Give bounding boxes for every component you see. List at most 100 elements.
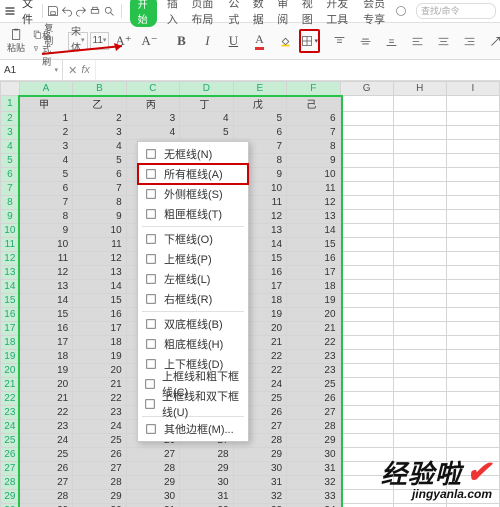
- cell[interactable]: [393, 406, 446, 420]
- align-left-button[interactable]: [406, 28, 430, 54]
- redo-icon[interactable]: [75, 4, 87, 18]
- cell[interactable]: 9: [19, 224, 72, 238]
- underline-button[interactable]: U: [221, 28, 245, 54]
- cell[interactable]: 17: [73, 322, 126, 336]
- cell[interactable]: [446, 182, 499, 196]
- cell[interactable]: [340, 168, 393, 182]
- cell[interactable]: 15: [19, 308, 72, 322]
- align-right-button[interactable]: [458, 28, 482, 54]
- cell[interactable]: [393, 154, 446, 168]
- cell[interactable]: [393, 392, 446, 406]
- row-header[interactable]: 21: [1, 378, 20, 392]
- cell[interactable]: [393, 252, 446, 266]
- cell[interactable]: 27: [19, 476, 72, 490]
- sheet-area[interactable]: ABCDEFGHI1甲乙丙丁戊己212345632345674345678545…: [0, 81, 500, 507]
- cell[interactable]: [393, 224, 446, 238]
- cell[interactable]: 23: [19, 420, 72, 434]
- cell[interactable]: 5: [73, 154, 126, 168]
- align-top-button[interactable]: [328, 28, 352, 54]
- cell[interactable]: 29: [233, 448, 286, 462]
- cell[interactable]: 2: [19, 126, 72, 140]
- cell[interactable]: 26: [287, 392, 340, 406]
- row-header[interactable]: 3: [1, 126, 20, 140]
- cell[interactable]: 6: [287, 112, 340, 126]
- cell[interactable]: 16: [73, 308, 126, 322]
- cell[interactable]: 12: [19, 266, 72, 280]
- print-icon[interactable]: [89, 4, 101, 18]
- cell[interactable]: 22: [287, 336, 340, 350]
- cell[interactable]: 6: [19, 182, 72, 196]
- cell[interactable]: 10: [73, 224, 126, 238]
- cell[interactable]: [446, 154, 499, 168]
- border-menu-item[interactable]: 上框线(P): [138, 249, 248, 269]
- cell[interactable]: 4: [180, 112, 233, 126]
- font-name-select[interactable]: 宋体▾: [68, 32, 88, 50]
- cell[interactable]: [393, 196, 446, 210]
- align-bottom-button[interactable]: [380, 28, 404, 54]
- undo-icon[interactable]: [61, 4, 73, 18]
- col-header[interactable]: G: [340, 82, 393, 96]
- cell[interactable]: 14: [73, 280, 126, 294]
- cell[interactable]: [446, 238, 499, 252]
- cell[interactable]: [393, 96, 446, 112]
- cell[interactable]: 14: [287, 224, 340, 238]
- cell[interactable]: 5: [180, 126, 233, 140]
- row-header[interactable]: 30: [1, 504, 20, 507]
- cell[interactable]: 己: [287, 96, 340, 112]
- cell[interactable]: 28: [126, 462, 179, 476]
- cell[interactable]: 17: [287, 266, 340, 280]
- decrease-font-button[interactable]: A⁻: [137, 28, 161, 54]
- col-header[interactable]: D: [180, 82, 233, 96]
- cell[interactable]: [340, 266, 393, 280]
- align-middle-button[interactable]: [354, 28, 378, 54]
- cell[interactable]: [446, 266, 499, 280]
- cell[interactable]: [393, 308, 446, 322]
- cell[interactable]: 3: [19, 140, 72, 154]
- cell[interactable]: [340, 322, 393, 336]
- border-menu-item[interactable]: 其他边框(M)...: [138, 419, 248, 439]
- row-header[interactable]: 24: [1, 420, 20, 434]
- cell[interactable]: [446, 392, 499, 406]
- cell[interactable]: 25: [287, 378, 340, 392]
- cell[interactable]: 29: [19, 504, 72, 507]
- cell[interactable]: 戊: [233, 96, 286, 112]
- row-header[interactable]: 13: [1, 266, 20, 280]
- cell[interactable]: 10: [19, 238, 72, 252]
- cell[interactable]: [446, 196, 499, 210]
- cell[interactable]: [446, 126, 499, 140]
- cell[interactable]: 16: [19, 322, 72, 336]
- cell[interactable]: 13: [73, 266, 126, 280]
- cell[interactable]: [446, 322, 499, 336]
- cell[interactable]: 21: [287, 322, 340, 336]
- cell[interactable]: [340, 196, 393, 210]
- tab-view[interactable]: 视图: [302, 0, 314, 27]
- cell[interactable]: 11: [287, 182, 340, 196]
- cell[interactable]: [446, 350, 499, 364]
- format-painter-button[interactable]: 格式刷: [30, 42, 60, 55]
- font-color-button[interactable]: A: [247, 28, 271, 54]
- row-header[interactable]: 11: [1, 238, 20, 252]
- row-header[interactable]: 5: [1, 154, 20, 168]
- cell[interactable]: [393, 350, 446, 364]
- cell[interactable]: 7: [19, 196, 72, 210]
- smile-icon[interactable]: [394, 4, 408, 18]
- cell[interactable]: 3: [126, 112, 179, 126]
- cell[interactable]: [340, 140, 393, 154]
- orientation-button[interactable]: [484, 28, 500, 54]
- row-header[interactable]: 18: [1, 336, 20, 350]
- cell[interactable]: 4: [73, 140, 126, 154]
- cell[interactable]: 31: [180, 490, 233, 504]
- cell[interactable]: [446, 140, 499, 154]
- cell[interactable]: 19: [73, 350, 126, 364]
- cell[interactable]: [340, 210, 393, 224]
- cell[interactable]: [446, 378, 499, 392]
- cell[interactable]: 20: [19, 378, 72, 392]
- tab-dev[interactable]: 开发工具: [326, 0, 351, 27]
- cell[interactable]: [393, 378, 446, 392]
- cell[interactable]: [340, 504, 393, 507]
- cell[interactable]: [446, 434, 499, 448]
- col-header[interactable]: E: [233, 82, 286, 96]
- cell[interactable]: 31: [126, 504, 179, 507]
- border-menu-item[interactable]: 粗匣框线(T): [138, 204, 248, 224]
- cell[interactable]: 15: [73, 294, 126, 308]
